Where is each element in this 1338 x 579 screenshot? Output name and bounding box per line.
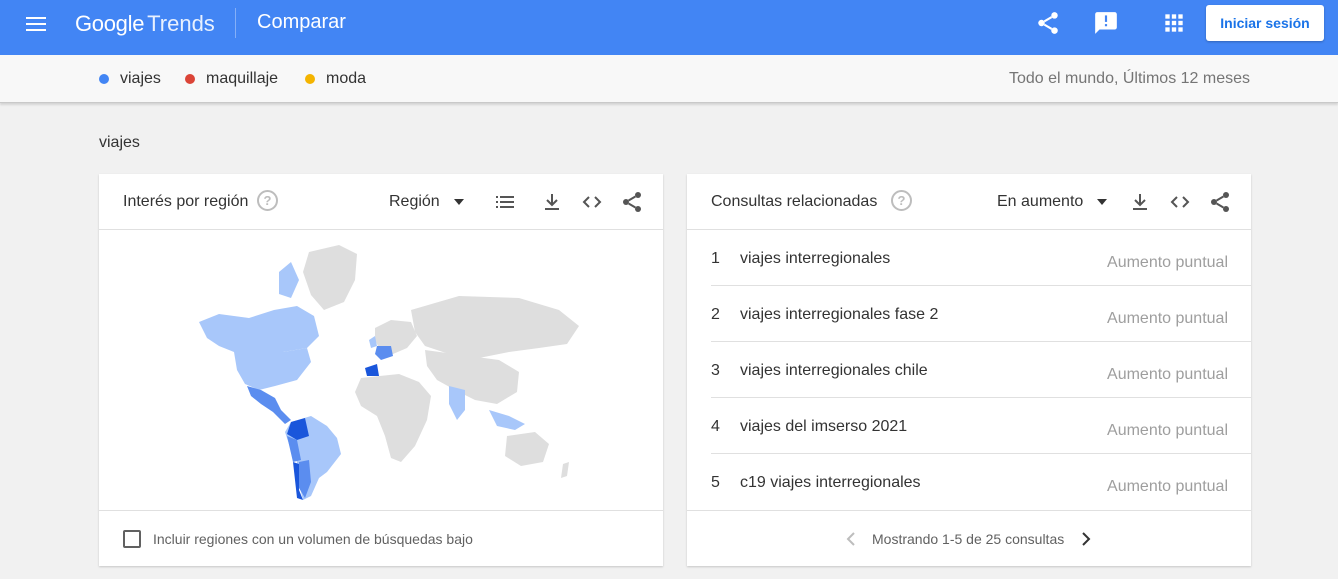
dropdown-label: En aumento [997,193,1084,210]
chevron-right-icon[interactable] [1078,529,1094,549]
region-spain[interactable] [365,364,379,376]
region-greenland[interactable] [303,245,357,310]
query-row[interactable]: 2 viajes interregionales fase 2 Aumento … [711,286,1251,342]
query-value: Aumento puntual [1107,478,1228,495]
feedback-icon[interactable] [1093,10,1119,36]
logo-trends: Trends [147,11,215,36]
help-icon[interactable]: ? [891,190,912,211]
download-icon[interactable] [540,190,564,214]
query-rank: 5 [711,474,720,491]
term-color-dot [305,74,315,84]
region-usa[interactable] [234,348,311,390]
page-title: Comparar [257,11,346,33]
query-value: Aumento puntual [1107,422,1228,439]
apps-icon[interactable] [1161,10,1187,36]
query-text: c19 viajes interregionales [740,474,921,491]
region-mexico[interactable] [247,386,291,424]
region-new-zealand[interactable] [561,462,569,478]
query-row[interactable]: 4 viajes del imserso 2021 Aumento puntua… [711,398,1251,454]
region-southeast-asia[interactable] [489,410,525,430]
term-color-dot [185,74,195,84]
term-color-dot [99,74,109,84]
download-icon[interactable] [1128,190,1152,214]
query-row[interactable]: 3 viajes interregionales chile Aumento p… [711,342,1251,398]
help-icon[interactable]: ? [257,190,278,211]
query-text: viajes interregionales chile [740,362,928,379]
checkbox-label: Incluir regiones con un volumen de búsqu… [153,531,473,547]
share-icon[interactable] [1035,10,1061,36]
query-rank: 3 [711,362,720,379]
logo-google: Google [75,11,145,36]
query-text: viajes interregionales fase 2 [740,306,939,323]
low-volume-checkbox[interactable] [123,530,141,548]
card-title: Consultas relacionadas [711,193,878,210]
caret-down-icon [453,199,464,205]
card-header: Consultas relacionadas ? En aumento [687,174,1251,230]
region-card: Interés por región ? Región Incluir regi… [99,174,663,566]
section-label: viajes [99,134,140,151]
term-chip[interactable]: moda [305,70,366,88]
term-label: maquillaje [206,70,279,87]
dropdown-label: Región [389,193,440,210]
chevron-left-icon[interactable] [843,529,859,549]
caret-down-icon [1097,199,1108,205]
pagination-text: Mostrando 1-5 de 25 consultas [872,531,1065,547]
term-chip[interactable]: maquillaje [185,70,278,88]
region-australia[interactable] [505,432,549,466]
region-arctic-islands[interactable] [279,262,299,298]
region-india[interactable] [449,386,465,420]
embed-icon[interactable] [1168,190,1192,214]
term-label: moda [326,70,367,87]
query-rank: 2 [711,306,720,323]
map-footer: Incluir regiones con un volumen de búsqu… [99,510,663,566]
related-queries-card: Consultas relacionadas ? En aumento 1 vi… [687,174,1251,566]
pagination: Mostrando 1-5 de 25 consultas [687,510,1251,566]
query-rank: 4 [711,418,720,435]
list-icon[interactable] [493,190,517,214]
query-rank: 1 [711,250,720,267]
world-map[interactable] [179,240,589,500]
region-asia[interactable] [425,350,519,404]
region-canada[interactable] [199,306,319,352]
query-row[interactable]: 5 c19 viajes interregionales Aumento pun… [711,454,1251,510]
signin-button[interactable]: Iniciar sesión [1206,5,1324,41]
google-trends-logo[interactable]: Google Trends [75,11,215,37]
share-icon[interactable] [1208,190,1232,214]
term-chip[interactable]: viajes [99,70,161,88]
terms-bar: viajes maquillaje moda Todo el mundo, Úl… [0,55,1338,103]
query-text: viajes del imserso 2021 [740,418,908,435]
query-row[interactable]: 1 viajes interregionales Aumento puntual [711,230,1251,286]
region-russia[interactable] [411,296,579,358]
card-header: Interés por región ? Región [99,174,663,230]
rising-dropdown[interactable]: En aumento [997,193,1108,211]
app-bar: Google Trends Comparar Iniciar sesión [0,0,1338,55]
menu-icon[interactable] [22,12,50,36]
embed-icon[interactable] [580,190,604,214]
query-value: Aumento puntual [1107,254,1228,271]
scope-filter[interactable]: Todo el mundo, Últimos 12 meses [1009,70,1250,88]
region-africa[interactable] [355,374,431,462]
share-icon[interactable] [620,190,644,214]
query-text: viajes interregionales [740,250,891,267]
region-france[interactable] [375,346,393,360]
term-label: viajes [120,70,161,87]
query-list: 1 viajes interregionales Aumento puntual… [711,230,1251,510]
card-title: Interés por región [123,193,249,210]
divider [235,8,236,38]
query-value: Aumento puntual [1107,310,1228,327]
region-dropdown[interactable]: Región [389,193,464,211]
query-value: Aumento puntual [1107,366,1228,383]
